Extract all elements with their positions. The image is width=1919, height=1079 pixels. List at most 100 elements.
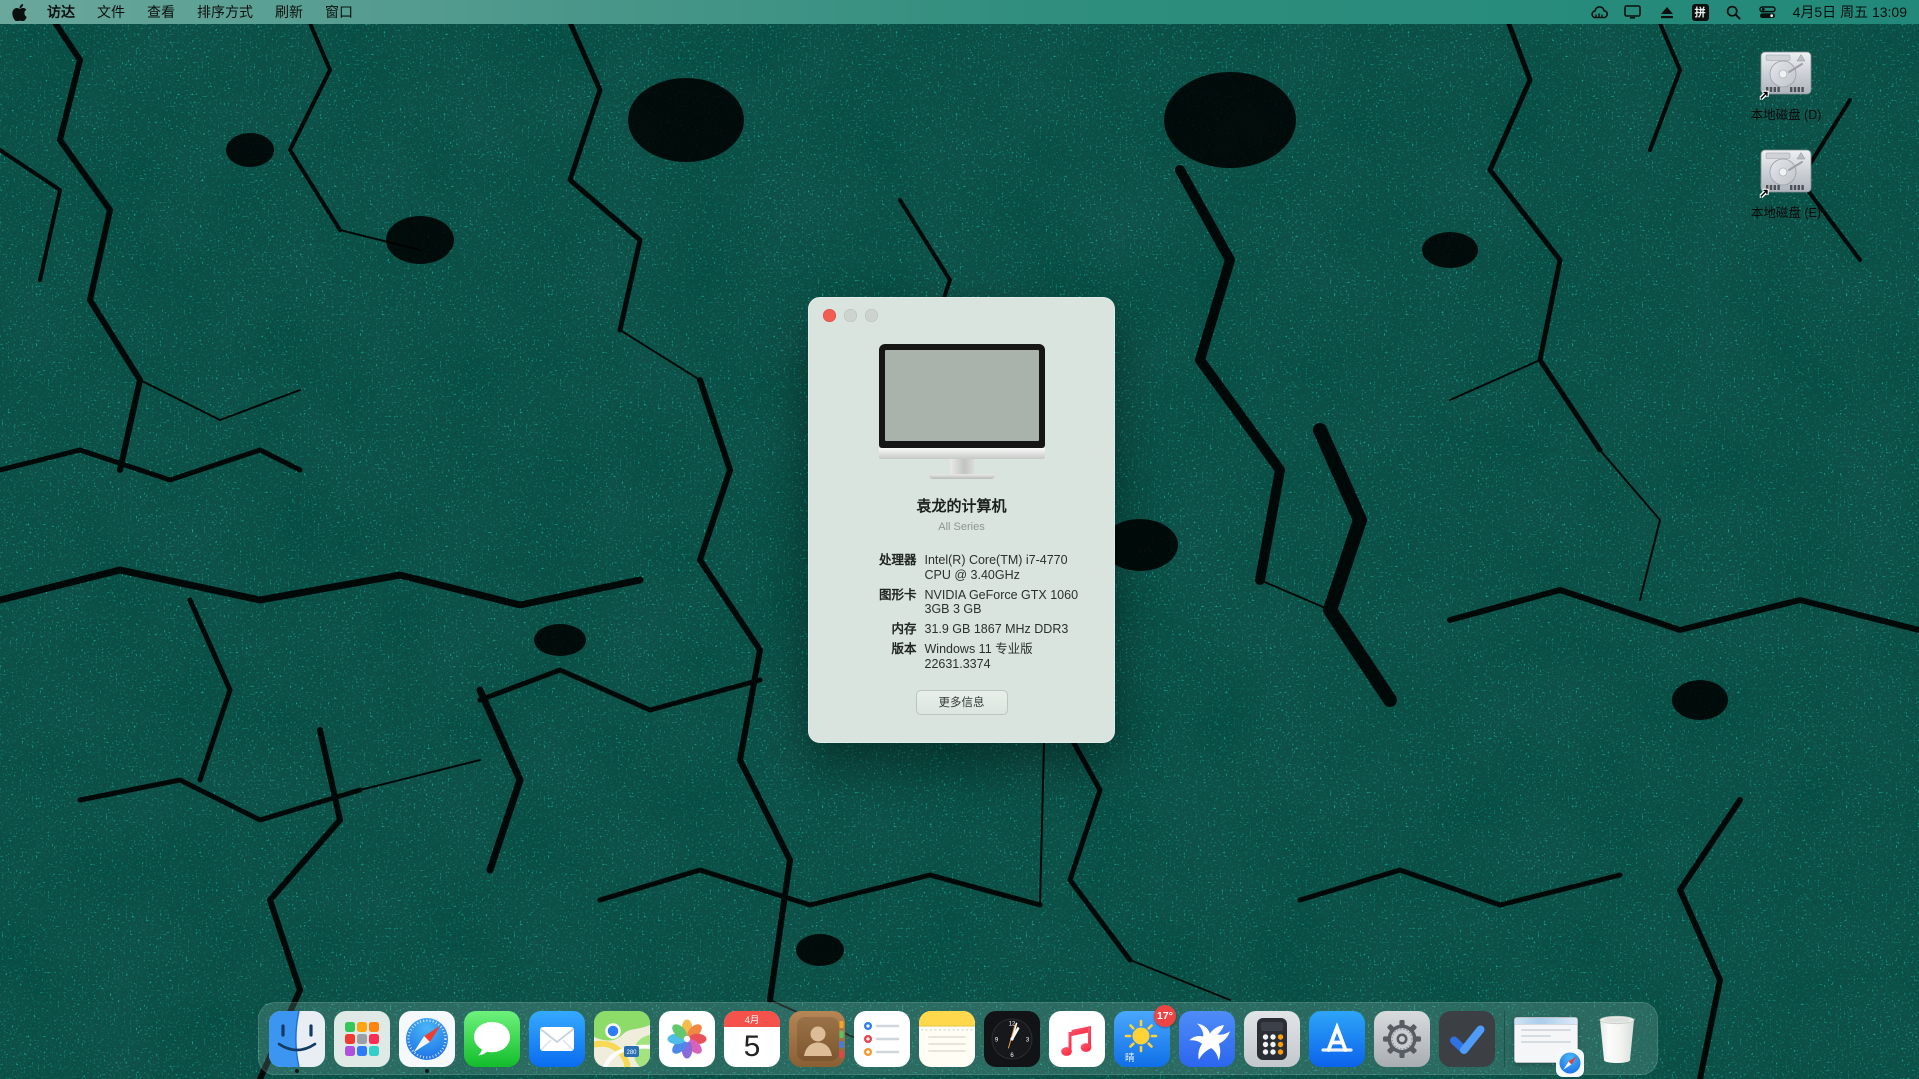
- apple-menu[interactable]: [12, 4, 27, 21]
- clock-icon: 12369: [984, 1011, 1040, 1067]
- apple-icon: [12, 4, 27, 21]
- cloud-icon[interactable]: [1590, 4, 1608, 20]
- music-icon: [1049, 1011, 1105, 1067]
- spec-row-cpu: 处理器 Intel(R) Core(TM) i7-4770 CPU @ 3.40…: [819, 553, 1105, 583]
- contacts-icon: [789, 1011, 845, 1067]
- desktop-icon-disk-e[interactable]: ↗ 本地磁盘 (E): [1736, 148, 1836, 221]
- dock-item-maps[interactable]: 280: [594, 1011, 650, 1075]
- finder-icon: [269, 1011, 325, 1067]
- safari-icon: [399, 1011, 455, 1067]
- dock-item-settings[interactable]: [1374, 1011, 1430, 1075]
- dock-item-finder[interactable]: [269, 1011, 325, 1075]
- dock-item-clock[interactable]: 12369: [984, 1011, 1040, 1075]
- settings-gear-icon: [1374, 1011, 1430, 1067]
- menu-bar-clock[interactable]: 4月5日 周五 13:09: [1793, 2, 1907, 22]
- input-method-indicator[interactable]: 拼: [1692, 4, 1709, 21]
- thunder-bird-icon: [1179, 1011, 1235, 1067]
- todo-checkmark-icon: [1439, 1011, 1495, 1067]
- minimize-button[interactable]: [844, 309, 857, 322]
- calendar-month: 4月: [745, 1015, 760, 1026]
- desktop-icon-label: 本地磁盘 (E): [1736, 202, 1836, 221]
- close-button[interactable]: [823, 309, 836, 322]
- desktop-icon-disk-d[interactable]: ↗ 本地磁盘 (D): [1736, 50, 1836, 123]
- menu-item-finder[interactable]: 访达: [37, 0, 85, 24]
- menu-item-sort[interactable]: 排序方式: [187, 0, 263, 24]
- dock-item-calendar[interactable]: 4月 5: [724, 1011, 780, 1075]
- menu-item-file[interactable]: 文件: [87, 0, 135, 24]
- dock-item-music[interactable]: [1049, 1011, 1105, 1075]
- thumbnail-line: [1521, 1041, 1571, 1043]
- shortcut-arrow-icon: ↗: [1759, 186, 1769, 200]
- search-icon[interactable]: [1725, 4, 1743, 20]
- spec-row-os: 版本 Windows 11 专业版 22631.3374: [819, 642, 1105, 672]
- dock: 280 4月 5: [258, 1002, 1658, 1075]
- menu-bar: 访达 文件 查看 排序方式 刷新 窗口 拼 4月5日 周五 13:09: [0, 0, 1919, 24]
- spec-label: 处理器: [819, 553, 917, 583]
- spec-row-memory: 内存 31.9 GB 1867 MHz DDR3: [819, 622, 1105, 637]
- menu-item-view[interactable]: 查看: [137, 0, 185, 24]
- shortcut-arrow-icon: ↗: [1759, 88, 1769, 102]
- weather-condition: 晴: [1125, 1052, 1135, 1064]
- dock-item-calculator[interactable]: [1244, 1011, 1300, 1075]
- window-controls: [823, 309, 878, 322]
- spec-value: Intel(R) Core(TM) i7-4770 CPU @ 3.40GHz: [925, 553, 1097, 583]
- dock-item-safari[interactable]: [399, 1011, 455, 1075]
- imac-base: [929, 474, 995, 479]
- dock-item-reminders[interactable]: [854, 1011, 910, 1075]
- safari-badge-icon: [1556, 1049, 1584, 1077]
- more-info-button[interactable]: 更多信息: [916, 690, 1008, 715]
- menu-item-refresh[interactable]: 刷新: [265, 0, 313, 24]
- messages-icon: [464, 1011, 520, 1067]
- imac-bezel: [879, 344, 1045, 448]
- weather-badge: 17°: [1154, 1005, 1176, 1027]
- dock-item-contacts[interactable]: [789, 1011, 845, 1075]
- reminders-icon: [854, 1011, 910, 1067]
- menu-item-window[interactable]: 窗口: [315, 0, 363, 24]
- dock-item-mail[interactable]: [529, 1011, 585, 1075]
- trash-icon: [1589, 1011, 1645, 1067]
- spec-value: NVIDIA GeForce GTX 1060 3GB 3 GB: [925, 588, 1097, 618]
- eject-icon[interactable]: [1658, 4, 1676, 20]
- menu-bar-status: 拼 4月5日 周五 13:09: [1590, 2, 1907, 22]
- computer-name: 袁龙的计算机: [808, 495, 1115, 516]
- dock-item-todo[interactable]: [1439, 1011, 1495, 1075]
- spec-label: 版本: [819, 642, 917, 672]
- imac-illustration: [879, 344, 1045, 479]
- dock-item-trash[interactable]: [1589, 1011, 1645, 1075]
- dock-item-weather[interactable]: 晴 17°: [1114, 1011, 1170, 1075]
- spec-row-gpu: 图形卡 NVIDIA GeForce GTX 1060 3GB 3 GB: [819, 588, 1105, 618]
- app-store-icon: [1309, 1011, 1365, 1067]
- dock-item-photos[interactable]: [659, 1011, 715, 1075]
- launchpad-icon: [334, 1011, 390, 1067]
- maps-icon: 280: [594, 1011, 650, 1067]
- computer-model: All Series: [808, 521, 1115, 533]
- svg-text:280: 280: [626, 1050, 637, 1056]
- photos-icon: [659, 1011, 715, 1067]
- dock-item-thunder[interactable]: [1179, 1011, 1235, 1075]
- mail-icon: [529, 1011, 585, 1067]
- dock-item-app-store[interactable]: [1309, 1011, 1365, 1075]
- calculator-icon: [1244, 1011, 1300, 1067]
- display-icon[interactable]: [1624, 4, 1642, 20]
- dock-separator: [1504, 1011, 1505, 1067]
- zoom-button[interactable]: [865, 309, 878, 322]
- running-indicator: [295, 1069, 299, 1073]
- spec-value: 31.9 GB 1867 MHz DDR3: [925, 622, 1097, 637]
- calendar-icon: 4月 5: [724, 1011, 780, 1067]
- thumbnail-titlebar: [1515, 1018, 1577, 1025]
- dock-item-launchpad[interactable]: [334, 1011, 390, 1075]
- thumbnail-line: [1521, 1035, 1551, 1037]
- calendar-day: 5: [744, 1030, 761, 1063]
- running-indicator: [425, 1069, 429, 1073]
- dock-item-messages[interactable]: [464, 1011, 520, 1075]
- spec-value: Windows 11 专业版 22631.3374: [925, 642, 1097, 672]
- imac-stand: [950, 459, 974, 474]
- menu-bar-left: 访达 文件 查看 排序方式 刷新 窗口: [12, 0, 363, 24]
- spec-label: 图形卡: [819, 588, 917, 618]
- control-center-icon[interactable]: [1759, 4, 1777, 20]
- imac-screen: [885, 350, 1039, 441]
- thumbnail-line: [1521, 1029, 1571, 1031]
- imac-chin: [879, 448, 1045, 459]
- dock-item-notes[interactable]: [919, 1011, 975, 1075]
- dock-item-minimized-window[interactable]: [1514, 1011, 1580, 1075]
